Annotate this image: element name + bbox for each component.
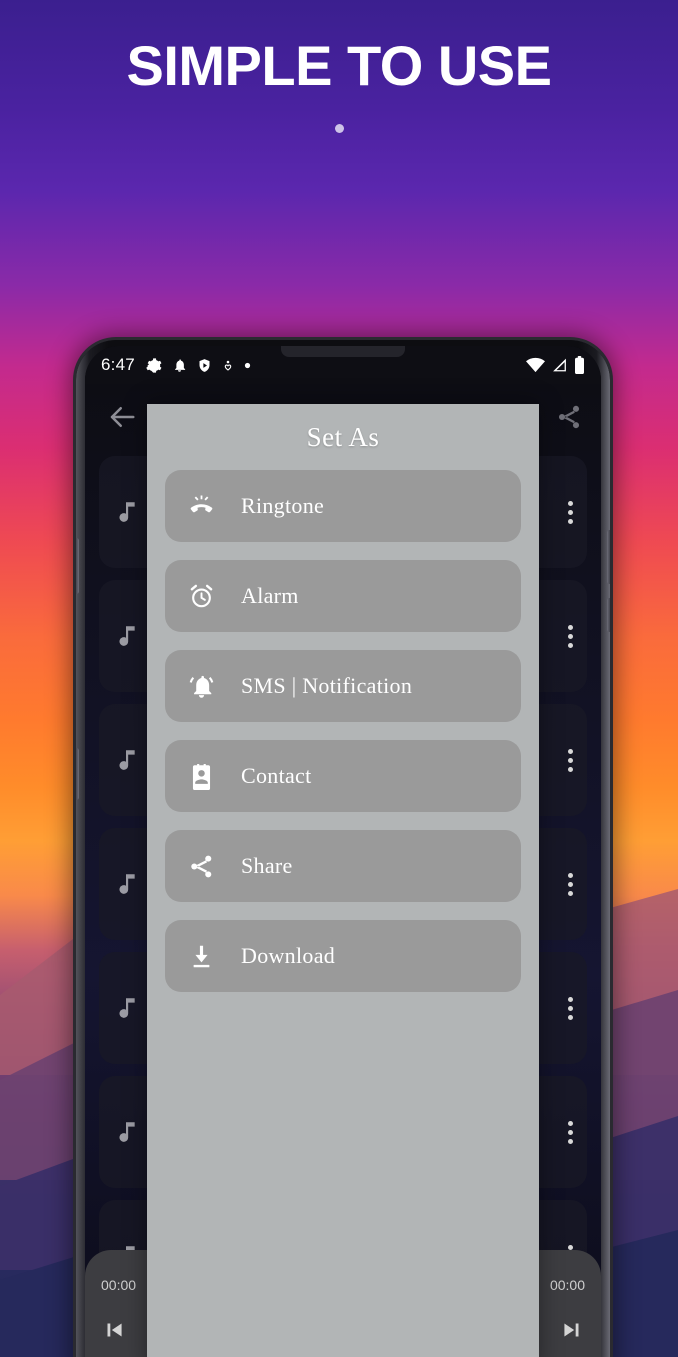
status-bar-left: 6:47 [101,355,251,375]
phone-screen: 6:47 00:00 00:00 Set As Ringtone Alarm S… [85,346,601,1357]
left-button-top[interactable] [76,538,79,594]
music-note-icon [113,1117,139,1147]
music-note-icon [113,621,139,651]
music-note-icon [113,497,139,527]
player-duration-time: 00:00 [549,1277,585,1293]
arrow-left-icon[interactable] [103,402,141,432]
ringing-phone-icon [187,492,215,520]
kebab-menu-icon[interactable] [568,1120,573,1144]
earpiece-notch [281,346,405,357]
volume-button[interactable] [607,598,610,632]
phone-mockup: 6:47 00:00 00:00 Set As Ringtone Alarm S… [76,340,610,1357]
left-button-bottom[interactable] [76,748,79,800]
kebab-menu-icon[interactable] [568,500,573,524]
music-note-icon [113,993,139,1023]
option-share[interactable]: Share [165,830,521,902]
promo-headline: SIMPLE TO USE [126,34,552,97]
option-label: Share [241,853,293,878]
alarm-clock-icon [187,582,215,610]
player-elapsed-time: 00:00 [101,1277,137,1293]
option-contact[interactable]: Contact [165,740,521,812]
music-note-icon [113,745,139,775]
option-label: Download [241,943,336,968]
option-label: SMS | Notification [241,673,413,698]
option-alarm[interactable]: Alarm [165,560,521,632]
cellular-signal-icon [551,357,568,373]
person-heart-icon [222,357,234,374]
battery-icon [574,356,585,374]
kebab-menu-icon[interactable] [568,624,573,648]
status-bar-right [526,356,585,374]
option-sms-notification[interactable]: SMS | Notification [165,650,521,722]
kebab-menu-icon[interactable] [568,996,573,1020]
dialog-title: Set As [306,421,380,452]
kebab-menu-icon[interactable] [568,872,573,896]
option-ringtone[interactable]: Ringtone [165,470,521,542]
bell-icon [187,672,215,700]
skip-next-icon[interactable] [550,1317,585,1343]
share-icon[interactable] [555,403,583,431]
contact-card-icon [187,762,215,790]
option-download[interactable]: Download [165,920,521,992]
option-label: Ringtone [241,493,325,518]
page-dot-indicator[interactable] [335,124,344,133]
share-icon [187,852,215,880]
power-button[interactable] [607,530,610,584]
gear-icon [145,357,162,374]
status-bar-clock: 6:47 [101,355,135,374]
kebab-menu-icon[interactable] [568,748,573,772]
shield-play-icon [197,357,212,374]
option-label: Contact [241,763,312,788]
option-label: Alarm [241,583,299,608]
bell-icon [172,357,187,374]
dot-icon [244,362,251,369]
set-as-dialog: Set As Ringtone Alarm SMS | Notification… [147,404,539,1357]
wifi-icon [526,357,545,373]
music-note-icon [113,869,139,899]
skip-previous-icon[interactable] [101,1317,136,1343]
download-icon [187,942,215,970]
